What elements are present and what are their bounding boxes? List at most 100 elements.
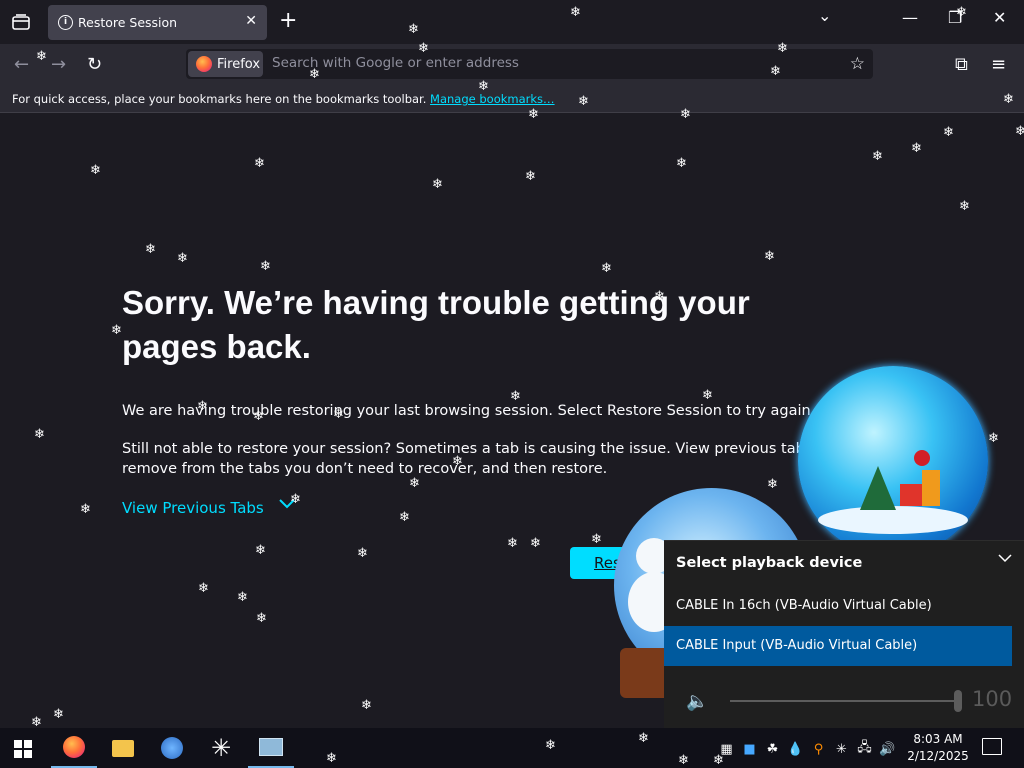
windows-logo-pane [14,740,22,748]
identity-box[interactable]: Firefox [188,51,263,77]
hamburger-menu-icon[interactable]: ≡ [991,54,1006,75]
snowflake-icon: ❄ [432,177,443,192]
snowflake-icon: ❄ [34,427,45,442]
clock-time: 8:03 AM [913,732,963,746]
view-previous-tabs-button[interactable]: View Previous Tabs [122,499,264,517]
snowflake-icon: ❄ [333,407,344,422]
snowflake-icon: ❄ [198,581,209,596]
snowflake-icon: ❄ [767,477,778,492]
snowflake-icon: ❄ [177,251,188,266]
tray-square-icon[interactable]: ■ [741,742,758,757]
snowflake-icon: ❄ [530,536,541,551]
snow-ground [818,506,968,534]
close-window-button[interactable]: ✕ [993,8,1006,27]
snowflake-icon: ❄ [452,454,463,469]
snowflake-icon: ❄ [361,698,372,713]
people-icon [161,737,183,759]
snowflake-icon: ❄ [713,753,724,768]
tray-search-icon[interactable]: ⚲ [810,742,827,757]
snowflake-icon: ❄ [478,79,489,94]
device-option-cable-in-16ch[interactable]: CABLE In 16ch (VB-Audio Virtual Cable) [664,586,1012,626]
volume-slider-thumb[interactable] [954,690,962,712]
snowflake-icon: ❄ [764,249,775,264]
snowflake-icon: ❄ [31,715,42,730]
flyout-header: Select playback device [676,555,863,571]
snowflake-icon: ❄ [256,611,267,626]
christmas-tree [860,466,896,510]
volume-slider[interactable] [730,700,958,702]
snowflake-icon: ❄ [545,738,556,753]
tab-title: Restore Session [78,15,178,30]
speaker-icon[interactable]: 🔈 [686,691,708,712]
chevron-down-icon[interactable] [998,553,1012,563]
tray-spark-icon[interactable]: ✳ [833,742,850,757]
info-icon: i [58,15,73,30]
extensions-icon[interactable]: ⧉ [955,54,968,75]
manage-bookmarks-link[interactable]: Manage bookmarks… [430,92,555,106]
taskbar-file-explorer[interactable] [100,728,146,768]
bookmarks-toolbar: For quick access, place your bookmarks h… [0,86,1024,113]
snowflake-icon: ❄ [872,149,883,164]
snowflake-icon: ❄ [80,502,91,517]
firefox-view-button[interactable] [8,8,34,36]
tab-close-button[interactable]: ✕ [245,13,257,29]
bookmark-star-icon[interactable]: ☆ [850,54,865,74]
action-center-icon[interactable] [982,738,1002,755]
new-tab-button[interactable]: + [279,9,297,33]
bookmarks-toolbar-text: For quick access, place your bookmarks h… [12,92,427,106]
page-title: Sorry. We’re having trouble getting your… [122,284,750,365]
folder-icon [112,739,134,757]
spark-icon: ✳ [210,734,232,762]
tray-people-icon[interactable]: ☘ [764,742,781,757]
minimize-button[interactable]: — [902,8,918,27]
snowflake-icon: ❄ [959,199,970,214]
taskbar-remote-desktop[interactable] [248,728,294,768]
snowflake-icon: ❄ [409,476,420,491]
snowflake-icon: ❄ [260,259,271,274]
firefox-logo-icon [196,56,212,72]
identity-label: Firefox [217,56,261,72]
tab-restore-session[interactable]: i Restore Session ✕ [48,5,267,40]
windows-logo-pane [14,750,22,758]
volume-icon[interactable]: 🔊 [879,742,896,757]
windows-logo-pane [24,750,32,758]
snowflake-icon: ❄ [309,67,320,82]
snowflake-icon: ❄ [357,546,368,561]
snowflake-icon: ❄ [680,107,691,122]
device-option-cable-input[interactable]: CABLE Input (VB-Audio Virtual Cable) [664,626,1012,666]
tab-list-icon [12,14,30,30]
snowflake-icon: ❄ [770,64,781,79]
reload-button[interactable]: ↻ [87,54,102,75]
page-content: Sorry. We’re having trouble getting your… [0,113,1024,729]
taskbar-spark-app[interactable]: ✳ [198,728,244,768]
snowflake-icon: ❄ [36,49,47,64]
network-icon[interactable]: 🖧 [856,738,873,760]
snowflake-icon: ❄ [676,156,687,171]
tray-drop-icon[interactable]: 💧 [787,742,804,757]
navigation-toolbar: ← → ↻ Firefox Search with Google or ente… [0,44,1024,86]
snowflake-icon: ❄ [399,510,410,525]
back-button[interactable]: ← [14,54,29,75]
snowflake-icon: ❄ [197,399,208,414]
snowflake-icon: ❄ [507,536,518,551]
taskbar-clock[interactable]: 8:03 AM 2/12/2025 [906,731,970,765]
forward-button[interactable]: → [51,54,66,75]
taskbar-people-app[interactable] [149,728,195,768]
snowflake-icon: ❄ [53,707,64,722]
list-all-tabs-button[interactable]: ⌄ [818,6,831,25]
snowflake-icon: ❄ [678,753,689,768]
system-tray: ▦ ■ ☘ 💧 ⚲ ✳ 🖧 🔊 [718,738,896,760]
start-button[interactable] [14,740,32,758]
snowflake-icon: ❄ [255,543,266,558]
snowflake-icon: ❄ [601,261,612,276]
snowflake-icon: ❄ [777,41,788,56]
bookmarks-toolbar-message: For quick access, place your bookmarks h… [12,92,555,106]
windows-logo-pane [24,740,32,748]
snowflake-icon: ❄ [237,590,248,605]
gift-box [922,470,940,506]
snowflake-icon: ❄ [943,125,954,140]
snow-globe-christmas [798,366,988,556]
taskbar-firefox[interactable] [51,728,97,768]
playback-device-flyout: Select playback device CABLE In 16ch (VB… [664,540,1024,729]
snowflake-icon: ❄ [654,289,665,304]
